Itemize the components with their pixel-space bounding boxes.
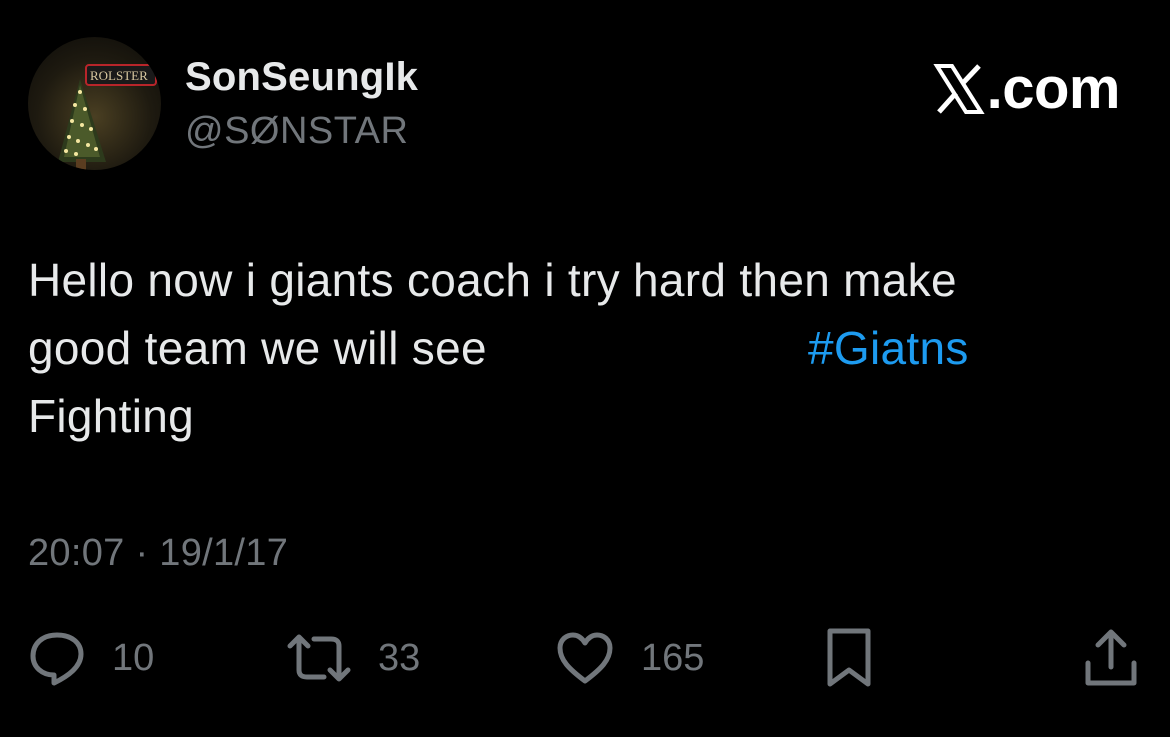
action-bar: 10 33 165 xyxy=(0,620,1170,700)
tweet-line-3: Fighting xyxy=(28,390,195,442)
heart-icon xyxy=(555,630,615,686)
tweet-card: ROLSTER SonSeungIk @SØNSTAR .com Hello n… xyxy=(0,0,1170,737)
avatar[interactable]: ROLSTER xyxy=(28,37,161,170)
bookmark-button[interactable] xyxy=(824,620,874,696)
reply-count: 10 xyxy=(112,636,155,679)
retweet-button[interactable]: 33 xyxy=(286,620,420,696)
share-icon xyxy=(1082,627,1140,689)
x-logo-icon xyxy=(932,62,985,116)
retweet-count: 33 xyxy=(378,636,421,679)
like-count: 165 xyxy=(641,636,705,679)
like-button[interactable]: 165 xyxy=(555,620,704,696)
tweet-timestamp[interactable]: 20:07 · 19/1/17 xyxy=(28,532,288,575)
tweet-text: Hello now i giants coach i try hard then… xyxy=(28,246,1138,450)
reply-icon xyxy=(28,629,86,687)
avatar-image: ROLSTER xyxy=(58,64,157,170)
brand-logo: .com xyxy=(932,55,1121,122)
retweet-icon xyxy=(286,630,352,686)
svg-text:ROLSTER: ROLSTER xyxy=(90,68,148,83)
tweet-line-2-text: good team we will see xyxy=(28,322,487,374)
tweet-line-1: Hello now i giants coach i try hard then… xyxy=(28,254,957,306)
bookmark-icon xyxy=(824,627,874,689)
reply-button[interactable]: 10 xyxy=(28,620,154,696)
tweet-line-2: good team we will see #Giatns xyxy=(28,314,1138,382)
share-button[interactable] xyxy=(1082,620,1140,696)
hashtag-link[interactable]: #Giatns xyxy=(808,314,969,382)
author-handle[interactable]: @SØNSTAR xyxy=(185,110,408,153)
brand-label: .com xyxy=(986,56,1121,121)
author-display-name[interactable]: SonSeungIk xyxy=(185,55,418,100)
